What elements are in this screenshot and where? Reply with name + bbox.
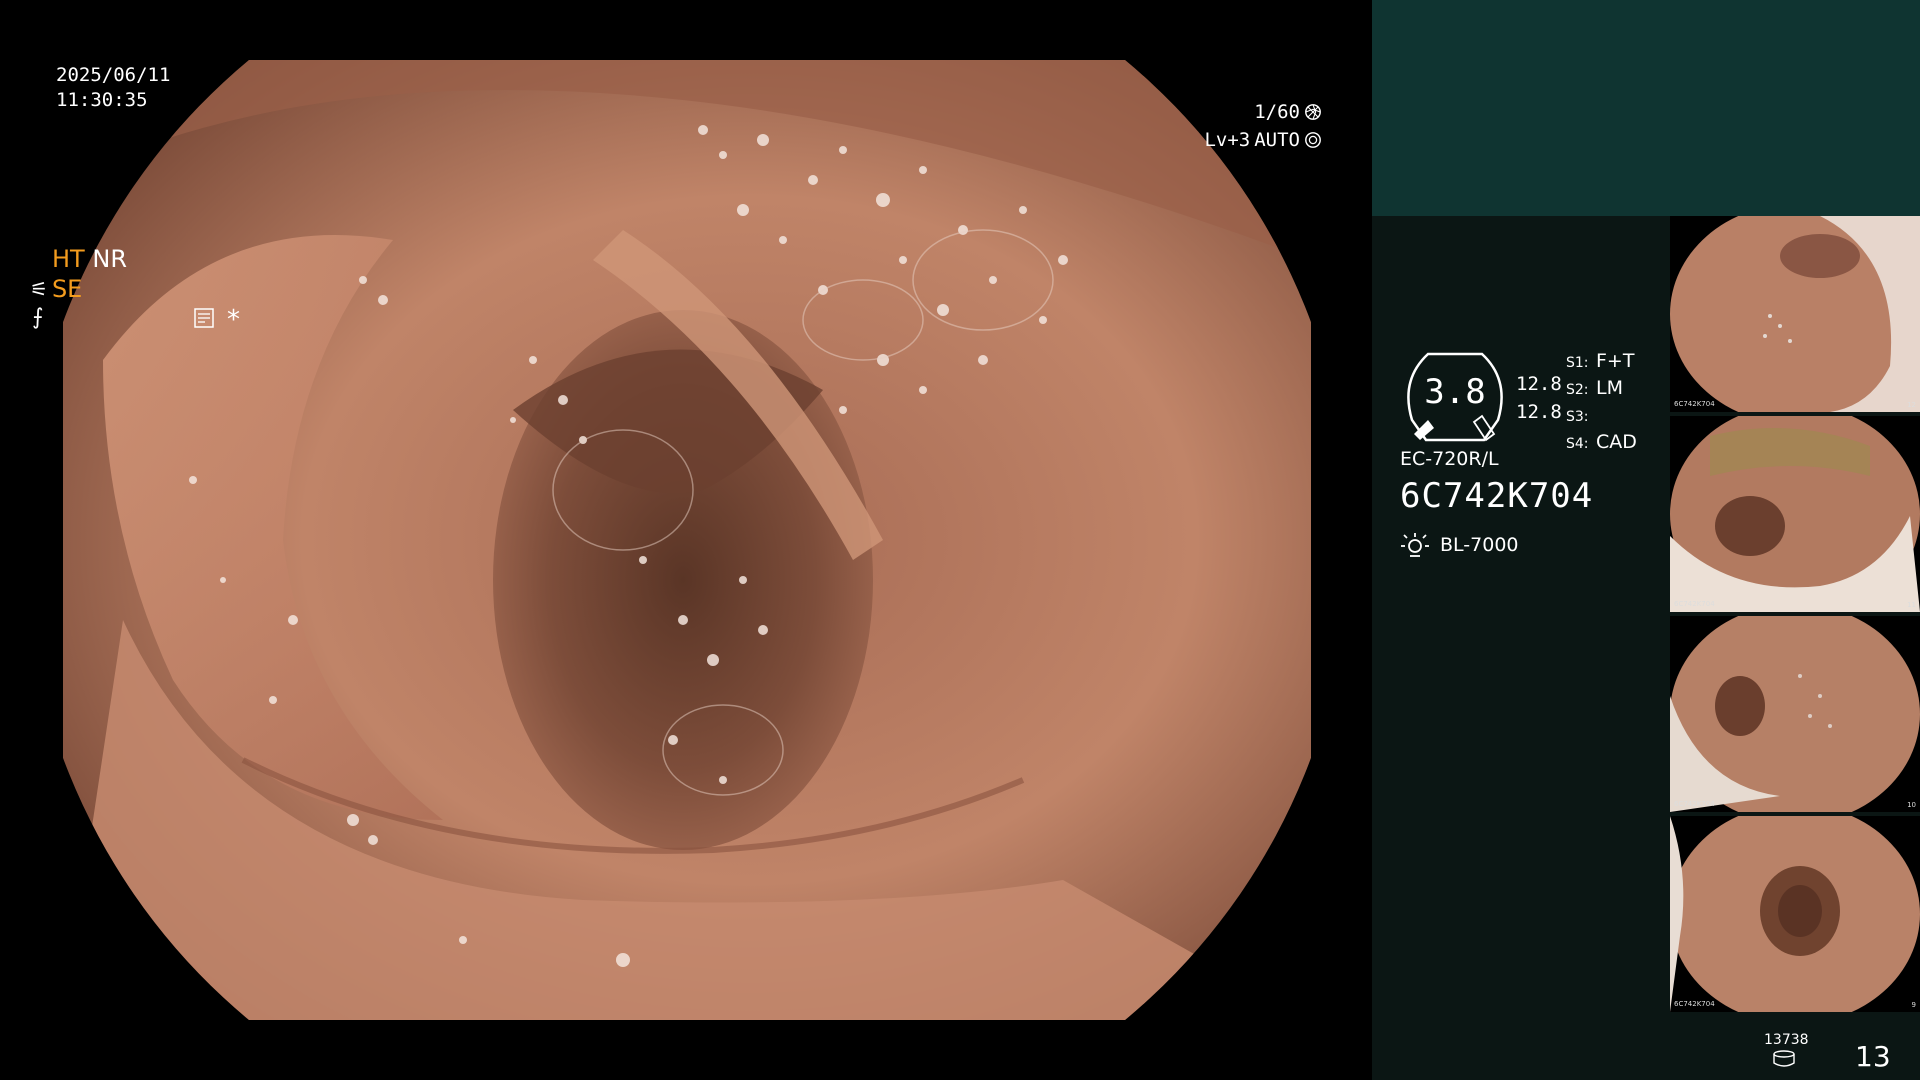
iris-icon — [1305, 132, 1321, 148]
memo-icon — [194, 308, 214, 328]
thumbnail-serial: 6C742K704 — [1674, 600, 1715, 608]
thumbnail-index: 9 — [1911, 1001, 1916, 1009]
gauge-side-values: 12.8 12.8 — [1516, 370, 1562, 426]
thumbnail-4[interactable]: 6C742K704 9 — [1670, 816, 1920, 1012]
thumbnail-3[interactable]: 6C742K704 10 — [1670, 616, 1920, 812]
light-source: BL-7000 — [1400, 530, 1519, 560]
capture-count: 13 — [1855, 1040, 1891, 1073]
captured-thumbnails: 6C742K704 12 6C742K704 11 6C742K704 10 6… — [1670, 216, 1920, 1016]
thumbnail-index: 10 — [1907, 801, 1916, 809]
light-source-model: BL-7000 — [1440, 534, 1519, 556]
se-indicator: SE — [51, 275, 83, 303]
enhancement-icon: ⚟ — [30, 277, 48, 301]
thumbnail-serial: 6C742K704 — [1674, 800, 1715, 808]
thumbnail-1[interactable]: 6C742K704 12 — [1670, 216, 1920, 412]
switch-assignments: S1: F+T S2: LM S3: S4: CAD — [1566, 349, 1637, 457]
thumbnail-index: 12 — [1907, 401, 1916, 409]
timestamp: 2025/06/11 11:30:35 — [56, 63, 170, 113]
thumbnail-serial: 6C742K704 — [1674, 1000, 1715, 1008]
scope-serial: 6C742K704 — [1400, 476, 1594, 516]
gauge-side-bottom: 12.8 — [1516, 401, 1562, 423]
filter-icon: ⨍ — [32, 305, 44, 330]
thumbnail-2[interactable]: 6C742K704 11 — [1670, 416, 1920, 612]
thumbnail-index: 11 — [1907, 601, 1916, 609]
thumbnail-serial: 6C742K704 — [1674, 400, 1715, 408]
thumbnail-image — [1670, 416, 1920, 612]
endoscopic-image — [63, 60, 1311, 1020]
thumbnail-image — [1670, 216, 1920, 412]
s1-value: F+T — [1596, 350, 1635, 372]
s4-label: S4: — [1566, 436, 1589, 452]
shutter-icon — [1305, 104, 1321, 120]
shutter-speed-text: 1/60 — [1254, 101, 1300, 123]
s4-value: CAD — [1596, 431, 1637, 453]
s3-label: S3: — [1566, 409, 1589, 425]
stored-image-count: 13738 — [1764, 1032, 1809, 1048]
light-source-icon — [1401, 533, 1429, 557]
s2-value: LM — [1596, 377, 1623, 399]
nr-indicator: NR — [92, 245, 127, 273]
scope-model: EC-720R/L — [1400, 448, 1499, 470]
panel-header-area — [1372, 0, 1920, 216]
s1-label: S1: — [1566, 355, 1589, 371]
enhancement-status: HT NR — [52, 245, 127, 273]
thumbnail-image — [1670, 816, 1920, 1012]
s2-label: S2: — [1566, 382, 1589, 398]
gauge-side-top: 12.8 — [1516, 373, 1562, 395]
date-text: 2025/06/11 — [56, 64, 171, 86]
endoscope-main-view: 2025/06/11 11:30:35 1/60 Lv+3 AUTO — [0, 0, 1372, 1080]
star-marker: * — [227, 305, 240, 335]
thumbnail-image — [1670, 616, 1920, 812]
structure-enhancement: ⚟ SE — [30, 275, 82, 303]
iris-mode-text: AUTO — [1254, 129, 1300, 151]
magnification-value: 3.8 — [1424, 372, 1486, 412]
storage-disk-icon — [1773, 1050, 1795, 1067]
ht-indicator: HT — [52, 245, 85, 273]
time-text: 11:30:35 — [56, 89, 148, 111]
exposure-readout: 1/60 Lv+3 AUTO — [1204, 98, 1322, 154]
brightness-level-text: Lv+3 — [1204, 129, 1251, 151]
